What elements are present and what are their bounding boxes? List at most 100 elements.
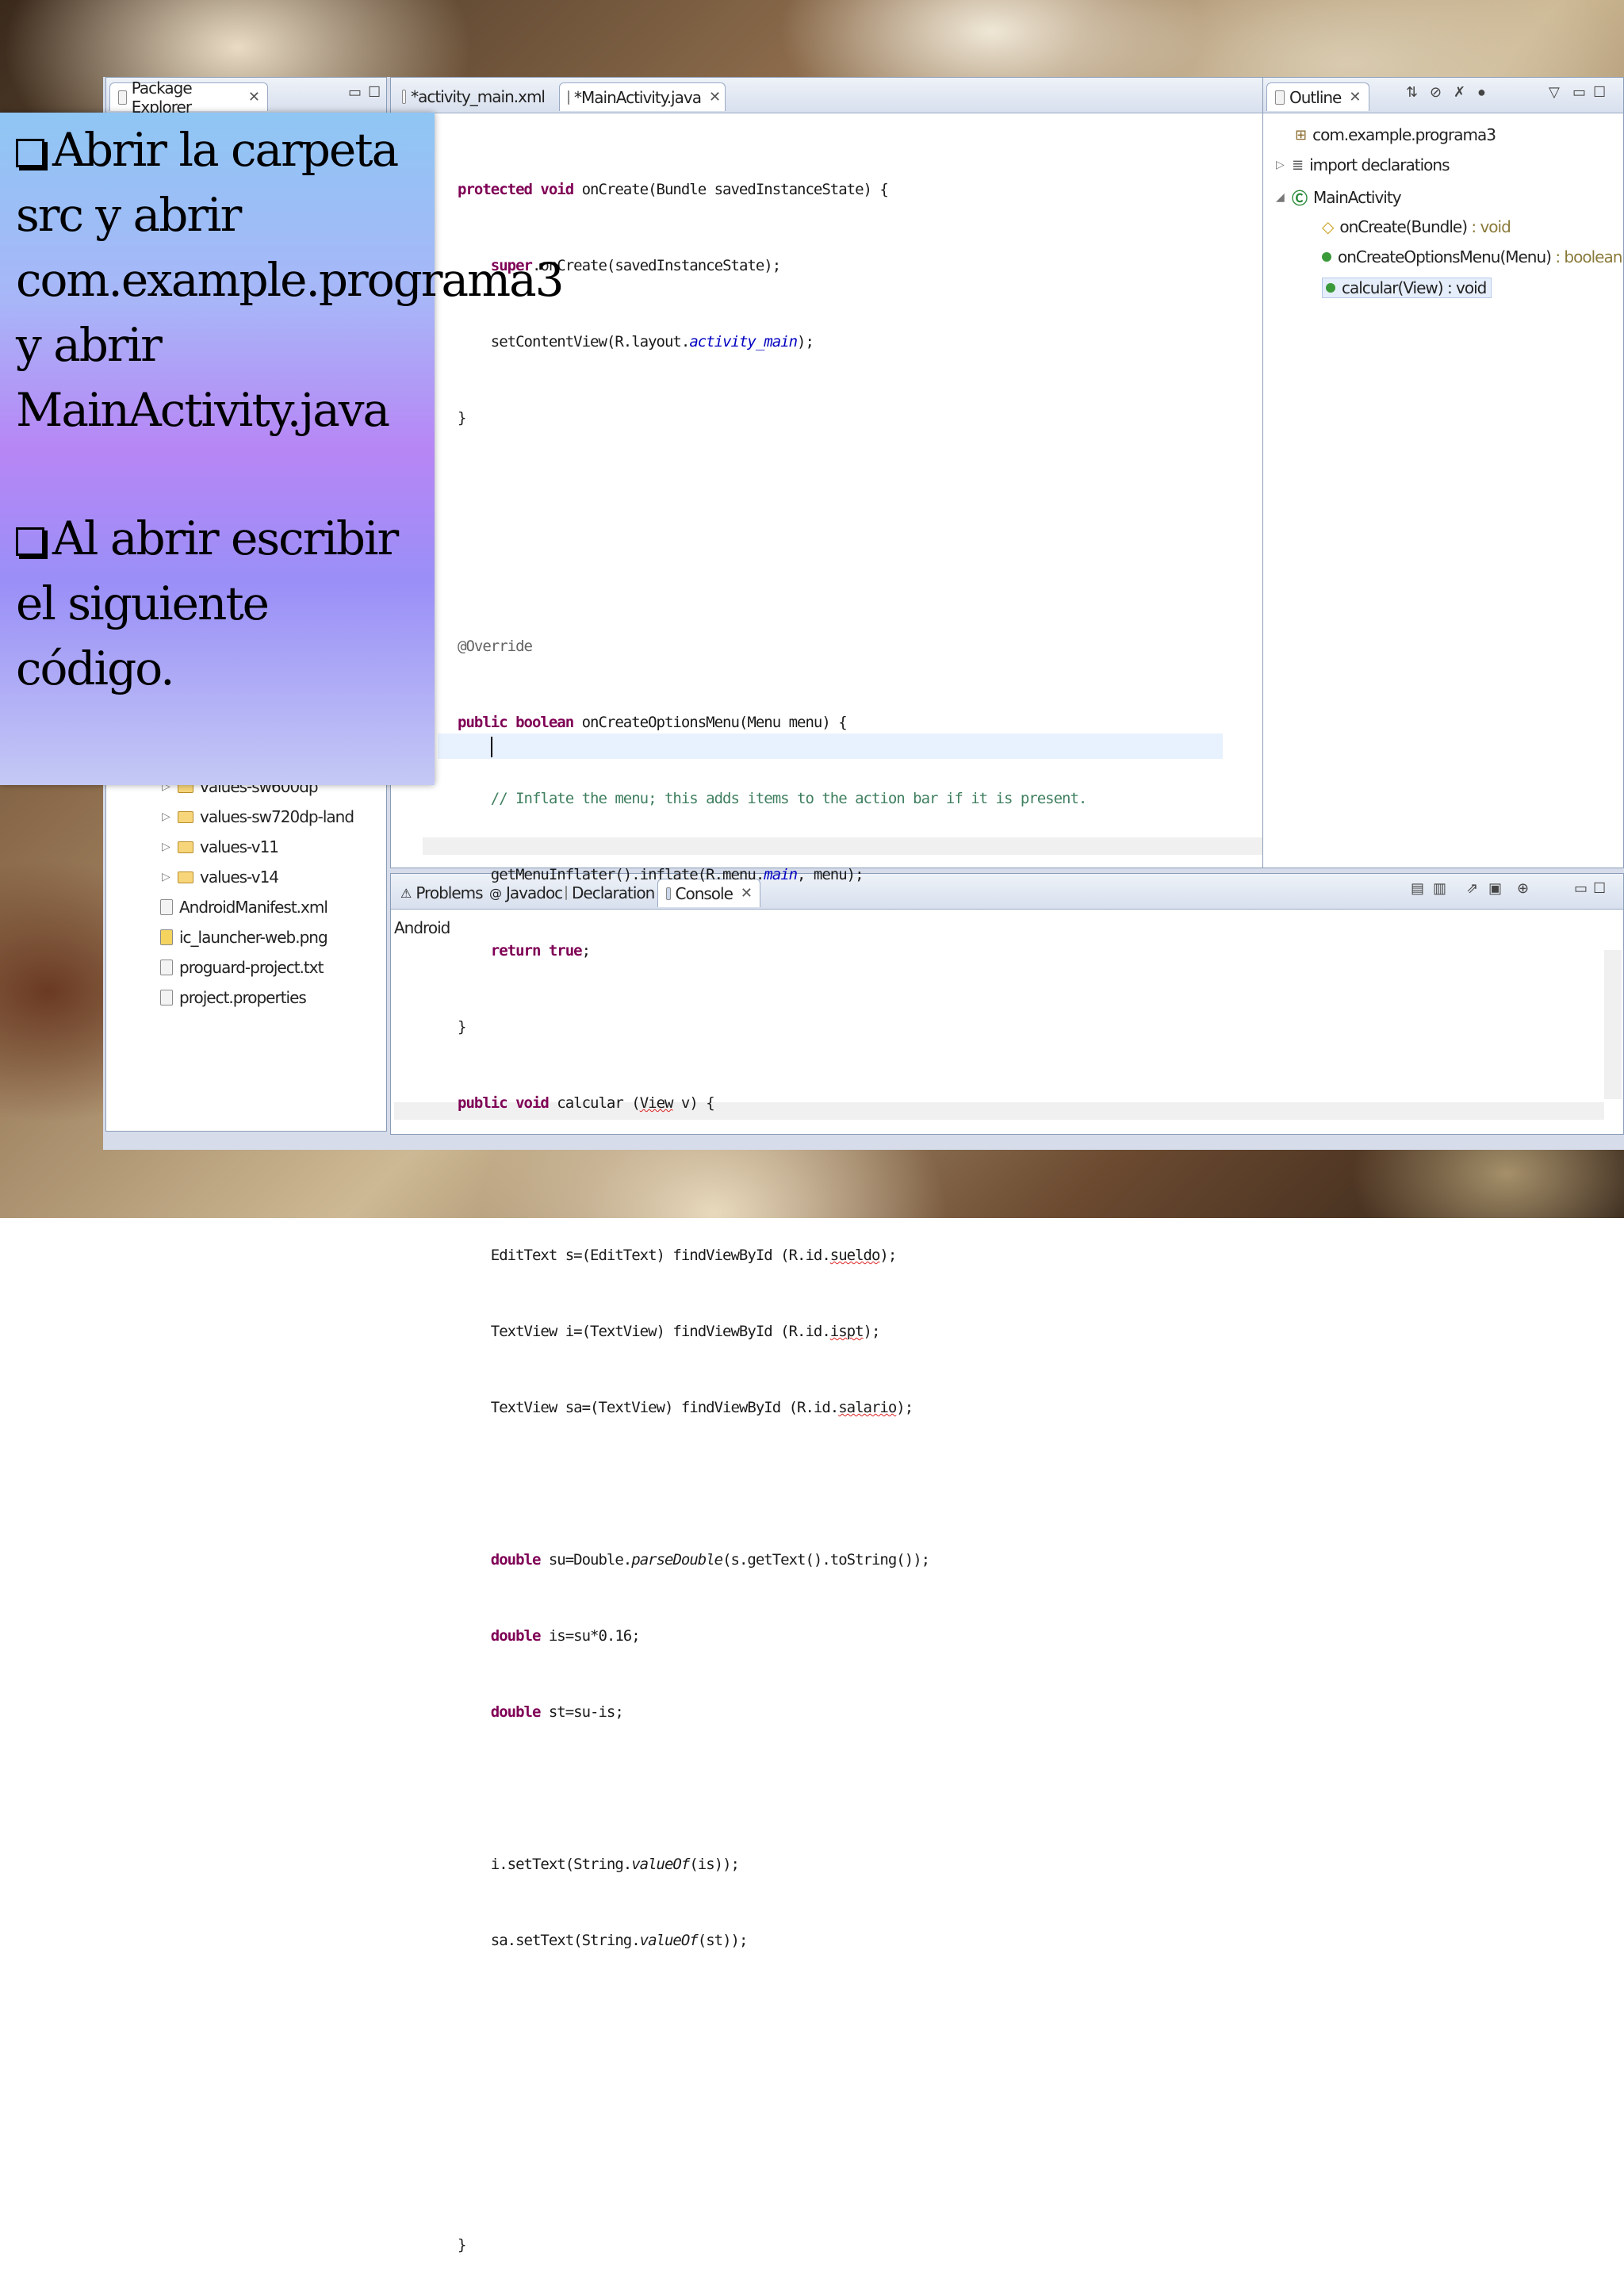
tree-item-label: project.properties <box>179 988 307 1007</box>
tree-item-label: ic_launcher-web.png <box>179 928 328 947</box>
code-line: public void calcular (View v) { <box>458 1090 1086 1116</box>
collapse-icon[interactable]: ◢ <box>1276 191 1285 204</box>
editor-tabbar: *activity_main.xml *MainActivity.java ✕ … <box>391 78 1362 113</box>
error-squiggle: sueldo <box>829 1247 881 1264</box>
error-squiggle: ispt <box>829 1323 864 1340</box>
folder-icon <box>178 841 193 853</box>
outline-item-label: MainActivity <box>1313 187 1402 207</box>
clear-console-icon[interactable]: ▤ <box>1411 880 1424 897</box>
code-line: double su=Double.parseDouble(s.getText()… <box>458 1547 1086 1572</box>
tree-item[interactable]: ▷ values-v14 <box>162 868 279 887</box>
tree-item[interactable]: project.properties <box>160 988 307 1007</box>
code-line: // Inflate the menu; this adds items to … <box>458 786 1088 811</box>
tab-activity-main-xml[interactable]: *activity_main.xml <box>394 82 553 111</box>
minimize-icon[interactable]: ▭ <box>348 84 362 101</box>
static-method: valueOf <box>631 1856 690 1873</box>
close-icon[interactable]: ✕ <box>248 89 260 105</box>
tab-outline[interactable]: Outline ✕ <box>1266 82 1369 111</box>
tab-label: *activity_main.xml <box>411 87 546 106</box>
tree-item[interactable]: proguard-project.txt <box>160 958 324 977</box>
code-text: TextView i=(TextView) findViewById (R.id… <box>490 1323 831 1340</box>
tab-outline-label: Outline <box>1289 87 1342 107</box>
close-icon[interactable]: ✕ <box>709 89 721 105</box>
protected-method-icon: ◇ <box>1322 217 1334 236</box>
tree-item[interactable]: ic_launcher-web.png <box>160 928 328 947</box>
checkbox-bullet-icon <box>16 527 44 556</box>
code-text: , menu); <box>797 866 864 883</box>
folder-icon <box>178 810 193 823</box>
close-icon[interactable]: ✕ <box>1349 89 1361 105</box>
hide-static-icon[interactable]: ✗ <box>1454 84 1465 101</box>
tab-mainactivity-java[interactable]: *MainActivity.java ✕ <box>559 82 726 111</box>
outline-item-method[interactable]: ◇ onCreate(Bundle) : void <box>1322 217 1511 236</box>
outline-item-class[interactable]: ◢ Ⓒ MainActivity <box>1276 186 1402 209</box>
tree-item-label: values-v14 <box>200 868 279 887</box>
sort-icon[interactable]: ⇅ <box>1406 84 1418 101</box>
scroll-lock-icon[interactable]: ▥ <box>1433 880 1446 897</box>
minimize-icon[interactable]: ▭ <box>1574 880 1588 897</box>
tree-item-label: AndroidManifest.xml <box>179 898 328 917</box>
tree-item-label: values-v11 <box>200 837 279 856</box>
outline-panel: Outline ✕ ⇅ ⊘ ✗ ● ▽ ▭ ☐ ⊞ com.example.pr… <box>1262 77 1624 868</box>
field-ref: activity_main <box>689 333 798 350</box>
code-text: TextView sa=(TextView) findViewById (R.i… <box>490 1399 839 1416</box>
code-editor[interactable]: protected void onCreate(Bundle savedInst… <box>458 126 1088 2283</box>
slide-text-box: Abrir la carpeta src y abrir com.example… <box>0 113 565 785</box>
code-line: } <box>458 1018 466 1036</box>
expand-icon[interactable]: ▷ <box>162 871 171 883</box>
xml-file-icon <box>402 90 407 104</box>
code-line: getMenuInflater().inflate(R.menu.main, m… <box>458 862 1086 887</box>
expand-icon[interactable]: ▷ <box>162 810 171 823</box>
open-console-icon[interactable]: ⊕ <box>1517 880 1529 897</box>
hide-fields-icon[interactable]: ⊘ <box>1430 84 1442 101</box>
tab-package-explorer[interactable]: Package Explorer ✕ <box>109 79 268 117</box>
code-text: st=su-is; <box>540 1703 624 1721</box>
display-console-icon[interactable]: ▣ <box>1488 880 1502 897</box>
tree-item[interactable]: ▷ values-v11 <box>162 837 279 856</box>
maximize-icon[interactable]: ☐ <box>1593 880 1606 897</box>
error-squiggle: View <box>639 1094 674 1112</box>
code-text: ); <box>896 1399 914 1416</box>
code-text: is=su*0.16; <box>540 1627 641 1645</box>
code-line: double st=su-is; <box>458 1699 1086 1725</box>
outline-item-method[interactable]: onCreateOptionsMenu(Menu) : boolean <box>1322 247 1622 266</box>
static-method: valueOf <box>639 1932 699 1949</box>
pin-console-icon[interactable]: ⇗ <box>1466 880 1478 897</box>
expand-icon[interactable]: ▷ <box>1276 159 1285 171</box>
annotation: @Override <box>458 638 533 655</box>
outline-icon <box>1275 90 1285 105</box>
code-text: ); <box>797 333 814 350</box>
keyword: return <box>490 942 542 960</box>
code-text: su=Double. <box>540 1551 632 1569</box>
field-ref: main <box>764 866 798 883</box>
tree-item[interactable]: AndroidManifest.xml <box>160 898 328 917</box>
keyword: true <box>548 942 583 960</box>
code-text: setContentView(R.layout. <box>490 333 691 350</box>
outline-item-type: : boolean <box>1550 247 1622 266</box>
text-file-icon <box>160 960 173 975</box>
expand-icon[interactable]: ▷ <box>162 841 171 853</box>
package-explorer-tabbar: Package Explorer ✕ ▭ ☐ <box>106 78 386 117</box>
outline-item-package[interactable]: ⊞ com.example.programa3 <box>1295 125 1496 144</box>
outline-item-type: : void <box>1467 217 1511 236</box>
keyword: public boolean <box>458 714 574 731</box>
view-menu-icon[interactable]: ▽ <box>1549 84 1560 101</box>
code-line: } <box>458 409 466 427</box>
text-file-icon <box>160 990 173 1006</box>
tree-item[interactable]: ▷ values-sw720dp-land <box>162 807 354 826</box>
outline-item-imports[interactable]: ▷ ≣ import declarations <box>1276 155 1450 174</box>
minimize-icon[interactable]: ▭ <box>1572 84 1586 101</box>
outline-item-method-selected[interactable]: calcular(View) : void <box>1322 278 1492 298</box>
hide-nonpublic-icon[interactable]: ● <box>1477 84 1486 101</box>
console-vertical-scrollbar[interactable] <box>1604 950 1622 1099</box>
code-line: TextView i=(TextView) findViewById (R.id… <box>458 1319 1086 1344</box>
maximize-icon[interactable]: ☐ <box>368 84 381 101</box>
outline-item-type: : void <box>1442 278 1487 297</box>
maximize-icon[interactable]: ☐ <box>1593 84 1606 101</box>
imports-icon: ≣ <box>1292 156 1304 174</box>
slide-bullet-2: Al abrir escribir el siguiente código. <box>16 506 428 701</box>
